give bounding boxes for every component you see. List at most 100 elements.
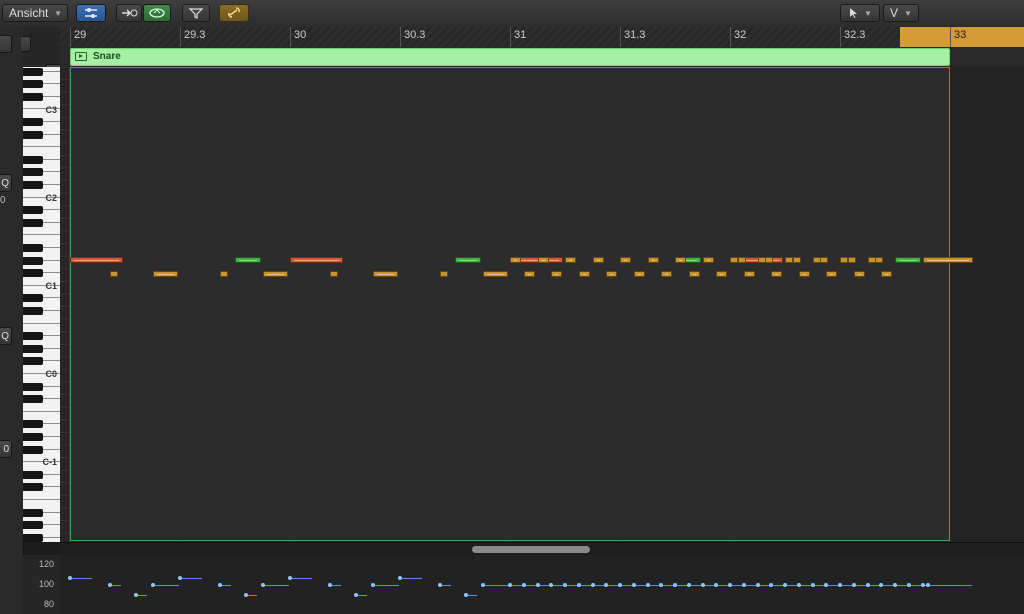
velocity-handle[interactable]	[508, 583, 512, 587]
piano-black-key[interactable]	[23, 118, 43, 126]
velocity-handle[interactable]	[879, 583, 884, 587]
midi-note[interactable]	[633, 271, 645, 277]
piano-black-key[interactable]	[23, 533, 43, 542]
velocity-handle[interactable]	[437, 583, 442, 587]
piano-black-key[interactable]	[23, 344, 43, 353]
velocity-handle[interactable]	[906, 583, 911, 587]
velocity-handle[interactable]	[244, 593, 248, 597]
velocity-handle[interactable]	[851, 583, 856, 587]
midi-note[interactable]	[875, 257, 884, 263]
midi-note[interactable]	[853, 271, 865, 277]
quantize-button-2[interactable]: Q	[0, 327, 12, 345]
midi-note[interactable]	[881, 271, 893, 277]
piano-black-key[interactable]	[23, 294, 43, 303]
midi-note[interactable]	[592, 257, 604, 263]
piano-black-key[interactable]	[23, 470, 43, 479]
velocity-handle[interactable]	[327, 583, 332, 587]
piano-black-key[interactable]	[23, 218, 43, 227]
velocity-handle[interactable]	[549, 583, 554, 587]
midi-note[interactable]	[785, 257, 793, 263]
piano-black-key[interactable]	[23, 269, 43, 278]
midi-note[interactable]	[840, 257, 848, 263]
velocity-handle[interactable]	[645, 583, 650, 587]
midi-region[interactable]: Snare	[70, 48, 950, 66]
velocity-handle[interactable]	[398, 575, 402, 580]
midi-in-button[interactable]	[76, 4, 106, 22]
velocity-handle[interactable]	[134, 593, 138, 597]
snap-button[interactable]	[21, 36, 31, 52]
midi-note[interactable]	[455, 257, 481, 263]
midi-note[interactable]	[737, 257, 746, 263]
midi-note[interactable]	[537, 257, 549, 263]
velocity-handle[interactable]	[810, 583, 815, 587]
automation-button[interactable]	[143, 4, 171, 22]
velocity-handle[interactable]	[150, 583, 155, 587]
midi-note[interactable]	[219, 271, 228, 277]
velocity-handle[interactable]	[576, 583, 581, 587]
velocity-handle[interactable]	[631, 583, 636, 587]
piano-keyboard[interactable]: C3 C2 C1 C0 C-1	[23, 67, 60, 542]
secondary-tool-menu[interactable]: V ▼	[883, 4, 919, 22]
velocity-handle[interactable]	[865, 583, 870, 587]
midi-note[interactable]	[523, 271, 535, 277]
piano-black-key[interactable]	[23, 382, 43, 391]
midi-note[interactable]	[820, 257, 829, 263]
midi-note[interactable]	[798, 271, 810, 277]
midi-note[interactable]	[688, 271, 700, 277]
midi-note[interactable]	[702, 257, 714, 263]
velocity-handle[interactable]	[700, 583, 705, 587]
piano-black-key[interactable]	[23, 445, 43, 454]
piano-black-key[interactable]	[23, 155, 43, 164]
velocity-handle[interactable]	[178, 575, 182, 580]
velocity-handle[interactable]	[563, 583, 567, 587]
piano-black-key[interactable]	[23, 256, 43, 265]
velocity-handle[interactable]	[926, 583, 930, 587]
midi-note[interactable]	[922, 257, 974, 263]
velocity-handle[interactable]	[920, 583, 925, 587]
piano-black-key[interactable]	[23, 395, 43, 404]
midi-note[interactable]	[510, 257, 522, 263]
midi-note[interactable]	[152, 271, 178, 277]
pointer-tool-menu[interactable]: ▼	[840, 4, 880, 22]
midi-note[interactable]	[620, 257, 632, 263]
midi-note[interactable]	[771, 271, 783, 277]
midi-note[interactable]	[743, 271, 755, 277]
midi-note[interactable]	[716, 271, 728, 277]
midi-note[interactable]	[482, 271, 508, 277]
velocity-handle[interactable]	[618, 583, 622, 587]
piano-black-key[interactable]	[23, 244, 43, 252]
piano-black-key[interactable]	[23, 508, 43, 517]
midi-note[interactable]	[730, 257, 738, 263]
quantize-button[interactable]: Q	[0, 174, 12, 192]
piano-black-key[interactable]	[23, 168, 43, 177]
velocity-handle[interactable]	[686, 583, 691, 587]
velocity-handle[interactable]	[354, 593, 358, 597]
midi-note[interactable]	[847, 257, 856, 263]
piano-black-key[interactable]	[23, 483, 43, 492]
inspector-button[interactable]	[0, 35, 12, 53]
piano-black-key[interactable]	[23, 307, 43, 315]
piano-black-key[interactable]	[23, 357, 43, 366]
velocity-handle[interactable]	[68, 575, 72, 580]
velocity-handle[interactable]	[659, 583, 664, 587]
link-button[interactable]	[219, 4, 249, 22]
midi-note[interactable]	[290, 257, 343, 263]
midi-note[interactable]	[329, 271, 338, 277]
velocity-handle[interactable]	[783, 583, 787, 587]
piano-black-key[interactable]	[23, 130, 43, 139]
velocity-handle[interactable]	[714, 583, 719, 587]
midi-note[interactable]	[551, 271, 563, 277]
velocity-handle[interactable]	[535, 583, 540, 587]
piano-black-key[interactable]	[23, 206, 43, 215]
velocity-handle[interactable]	[217, 583, 222, 587]
midi-note[interactable]	[372, 271, 398, 277]
velocity-handle[interactable]	[824, 583, 829, 587]
velocity-handle[interactable]	[838, 583, 842, 587]
piano-roll-grid[interactable]	[60, 67, 1024, 542]
velocity-handle[interactable]	[260, 583, 265, 587]
velocity-handle[interactable]	[480, 583, 485, 587]
midi-note[interactable]	[661, 271, 673, 277]
midi-note[interactable]	[675, 257, 687, 263]
velocity-handle[interactable]	[673, 583, 677, 587]
midi-note[interactable]	[235, 257, 261, 263]
